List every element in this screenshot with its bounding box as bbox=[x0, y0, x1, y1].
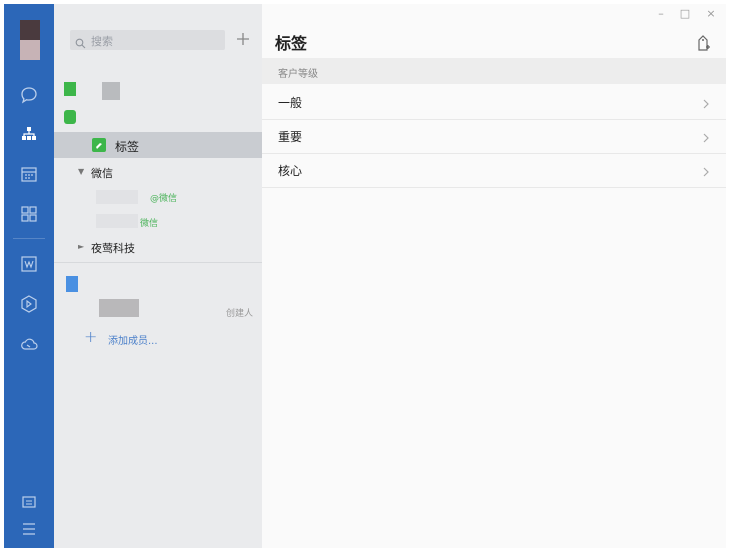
org-logo bbox=[64, 82, 76, 96]
maximize-button[interactable]: □ bbox=[676, 7, 694, 21]
member-blur bbox=[99, 299, 139, 317]
mail-icon[interactable] bbox=[19, 492, 39, 512]
add-member-label: 添加成员... bbox=[108, 336, 158, 347]
panel-divider bbox=[54, 262, 262, 263]
avatar[interactable] bbox=[20, 20, 40, 60]
search-icon bbox=[75, 34, 86, 53]
calendar-icon[interactable] bbox=[19, 164, 39, 184]
org-avatar-blur bbox=[102, 82, 120, 100]
contacts-panel: 搜索 标签 ▼ 微信 @微信 微信 ► 夜莺科技 创建人 + 添加成员... bbox=[54, 4, 262, 548]
tag-row-label: 核心 bbox=[278, 164, 303, 178]
chat-icon[interactable] bbox=[19, 85, 39, 105]
tag-item-label: 标签 bbox=[115, 140, 140, 154]
org-structure-icon[interactable] bbox=[19, 124, 39, 144]
tag-item[interactable]: 标签 bbox=[54, 132, 262, 158]
tag-row-important[interactable]: 重要 bbox=[262, 119, 726, 154]
chevron-right-icon bbox=[702, 95, 710, 114]
new-tag-button[interactable] bbox=[695, 34, 711, 52]
close-button[interactable]: × bbox=[702, 7, 720, 21]
add-button[interactable] bbox=[233, 29, 253, 49]
tag-row-general[interactable]: 一般 bbox=[262, 85, 726, 120]
minimize-button[interactable]: – bbox=[652, 7, 670, 21]
search-input[interactable]: 搜索 bbox=[70, 30, 225, 50]
docs-icon[interactable] bbox=[19, 254, 39, 274]
group-label: 微信 bbox=[91, 167, 113, 180]
tag-icon bbox=[92, 138, 106, 152]
section-header: 客户等级 bbox=[262, 58, 726, 84]
org-logo-blue bbox=[66, 276, 78, 292]
chevron-right-icon bbox=[702, 129, 710, 148]
plus-icon: + bbox=[84, 327, 98, 346]
group-wechat[interactable]: ▼ 微信 bbox=[54, 163, 262, 183]
tag-row-label: 一般 bbox=[278, 96, 303, 110]
wechat-badge: @微信 bbox=[150, 194, 178, 204]
creator-label: 创建人 bbox=[226, 309, 254, 319]
section-label: 客户等级 bbox=[278, 69, 318, 80]
group-yeying[interactable]: ► 夜莺科技 bbox=[54, 238, 262, 258]
tags-pane: – □ × 标签 客户等级 一般 重要 核心 bbox=[262, 4, 726, 548]
apps-grid-icon[interactable] bbox=[19, 204, 39, 224]
contact-blur bbox=[96, 190, 138, 204]
tag-row-core[interactable]: 核心 bbox=[262, 153, 726, 188]
org-logo-secondary bbox=[64, 110, 76, 124]
search-placeholder: 搜索 bbox=[91, 35, 113, 48]
cloud-icon[interactable] bbox=[19, 334, 39, 354]
sidebar-rail bbox=[4, 4, 54, 548]
caret-right-icon: ► bbox=[78, 242, 85, 251]
page-title: 标签 bbox=[275, 34, 308, 53]
drive-icon[interactable] bbox=[19, 294, 39, 314]
caret-down-icon: ▼ bbox=[78, 167, 85, 176]
menu-icon[interactable] bbox=[19, 519, 39, 539]
rail-divider bbox=[13, 238, 45, 239]
group-label: 夜莺科技 bbox=[91, 242, 135, 255]
wechat-badge: 微信 bbox=[140, 219, 159, 229]
chevron-right-icon bbox=[702, 163, 710, 182]
tag-row-label: 重要 bbox=[278, 130, 303, 144]
app-window: 搜索 标签 ▼ 微信 @微信 微信 ► 夜莺科技 创建人 + 添加成员... –… bbox=[4, 4, 726, 548]
contact-blur bbox=[96, 214, 138, 228]
